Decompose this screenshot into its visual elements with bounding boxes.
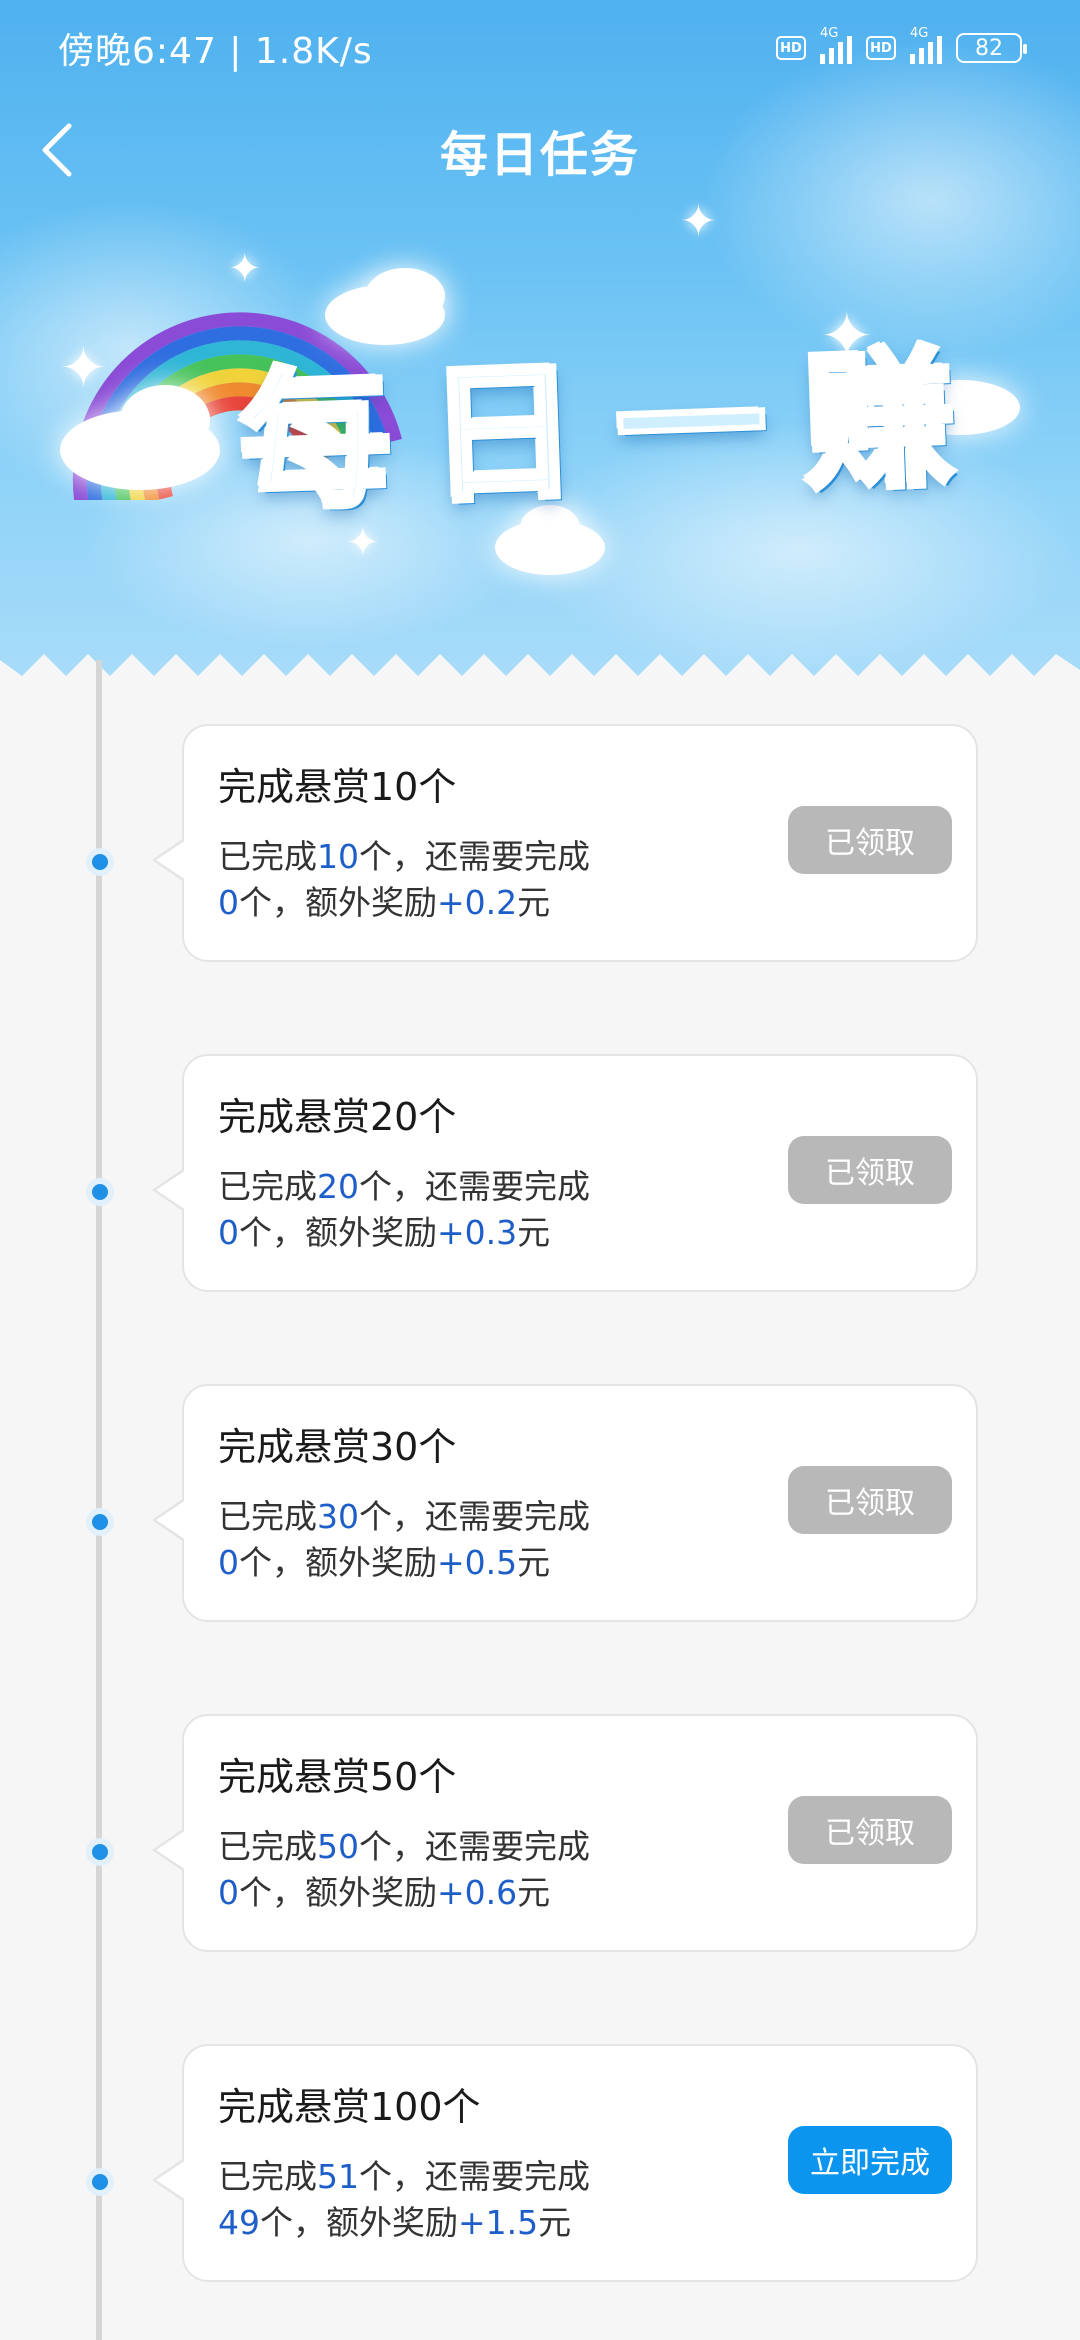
task-item: 完成悬赏50个 已完成50个，还需要完成 0个，额外奖励+0.6元 已领取 <box>0 1714 1080 1952</box>
desc-text: 个，还需要完成 <box>359 837 590 876</box>
reward-amount: +0.5 <box>437 1543 518 1582</box>
remaining-count: 0 <box>218 883 239 922</box>
desc-text: 元 <box>517 1213 551 1252</box>
task-item: 完成悬赏30个 已完成30个，还需要完成 0个，额外奖励+0.5元 已领取 <box>0 1384 1080 1622</box>
done-count: 51 <box>317 2157 359 2196</box>
desc-text: 元 <box>517 883 551 922</box>
done-count: 10 <box>317 837 359 876</box>
task-card: 完成悬赏20个 已完成20个，还需要完成 0个，额外奖励+0.3元 已领取 <box>182 1054 978 1292</box>
remaining-count: 0 <box>218 1213 239 1252</box>
card-pointer <box>156 1500 186 1540</box>
task-card: 完成悬赏10个 已完成10个，还需要完成 0个，额外奖励+0.2元 已领取 <box>182 724 978 962</box>
desc-text: 已完成 <box>218 1167 317 1206</box>
task-title: 完成悬赏30个 <box>218 1425 457 1469</box>
desc-text: 已完成 <box>218 837 317 876</box>
task-item: 完成悬赏20个 已完成20个，还需要完成 0个，额外奖励+0.3元 已领取 <box>0 1054 1080 1292</box>
desc-text: 个，还需要完成 <box>359 1827 590 1866</box>
desc-text: 个，额外奖励 <box>239 1873 437 1912</box>
desc-text: 个，还需要完成 <box>359 2157 590 2196</box>
card-pointer <box>156 2160 186 2200</box>
claimed-button[interactable]: 已领取 <box>788 1136 952 1204</box>
reward-amount: +1.5 <box>458 2203 539 2242</box>
done-count: 50 <box>317 1827 359 1866</box>
task-card: 完成悬赏100个 已完成51个，还需要完成 49个，额外奖励+1.5元 立即完成 <box>182 2044 978 2282</box>
timeline-dot <box>86 1508 114 1536</box>
reward-amount: +0.2 <box>437 883 518 922</box>
task-description: 已完成20个，还需要完成 0个，额外奖励+0.3元 <box>218 1164 590 1256</box>
task-description: 已完成50个，还需要完成 0个，额外奖励+0.6元 <box>218 1824 590 1916</box>
desc-text: 元 <box>517 1543 551 1582</box>
task-list: 完成悬赏10个 已完成10个，还需要完成 0个，额外奖励+0.2元 已领取 完成… <box>0 0 1080 2340</box>
desc-text: 个，额外奖励 <box>260 2203 458 2242</box>
desc-text: 元 <box>517 1873 551 1912</box>
desc-text: 个，额外奖励 <box>239 1543 437 1582</box>
task-item: 完成悬赏100个 已完成51个，还需要完成 49个，额外奖励+1.5元 立即完成 <box>0 2044 1080 2282</box>
timeline-dot <box>86 1838 114 1866</box>
task-description: 已完成10个，还需要完成 0个，额外奖励+0.2元 <box>218 834 590 926</box>
desc-text: 个，额外奖励 <box>239 883 437 922</box>
remaining-count: 49 <box>218 2203 260 2242</box>
card-pointer <box>156 840 186 880</box>
task-title: 完成悬赏10个 <box>218 765 457 809</box>
desc-text: 个，还需要完成 <box>359 1497 590 1536</box>
remaining-count: 0 <box>218 1543 239 1582</box>
claimed-button[interactable]: 已领取 <box>788 1796 952 1864</box>
timeline-dot <box>86 848 114 876</box>
desc-text: 元 <box>538 2203 572 2242</box>
reward-amount: +0.6 <box>437 1873 518 1912</box>
task-item: 完成悬赏10个 已完成10个，还需要完成 0个，额外奖励+0.2元 已领取 <box>0 724 1080 962</box>
desc-text: 个，额外奖励 <box>239 1213 437 1252</box>
task-title: 完成悬赏100个 <box>218 2085 481 2129</box>
task-card: 完成悬赏30个 已完成30个，还需要完成 0个，额外奖励+0.5元 已领取 <box>182 1384 978 1622</box>
remaining-count: 0 <box>218 1873 239 1912</box>
task-title: 完成悬赏50个 <box>218 1755 457 1799</box>
card-pointer <box>156 1830 186 1870</box>
timeline-dot <box>86 2168 114 2196</box>
task-description: 已完成51个，还需要完成 49个，额外奖励+1.5元 <box>218 2154 590 2246</box>
desc-text: 已完成 <box>218 1827 317 1866</box>
claimed-button[interactable]: 已领取 <box>788 1466 952 1534</box>
task-title: 完成悬赏20个 <box>218 1095 457 1139</box>
task-card: 完成悬赏50个 已完成50个，还需要完成 0个，额外奖励+0.6元 已领取 <box>182 1714 978 1952</box>
reward-amount: +0.3 <box>437 1213 518 1252</box>
card-pointer <box>156 1170 186 1210</box>
done-count: 30 <box>317 1497 359 1536</box>
task-description: 已完成30个，还需要完成 0个，额外奖励+0.5元 <box>218 1494 590 1586</box>
claimed-button[interactable]: 已领取 <box>788 806 952 874</box>
done-count: 20 <box>317 1167 359 1206</box>
complete-now-button[interactable]: 立即完成 <box>788 2126 952 2194</box>
desc-text: 个，还需要完成 <box>359 1167 590 1206</box>
timeline-dot <box>86 1178 114 1206</box>
desc-text: 已完成 <box>218 1497 317 1536</box>
desc-text: 已完成 <box>218 2157 317 2196</box>
